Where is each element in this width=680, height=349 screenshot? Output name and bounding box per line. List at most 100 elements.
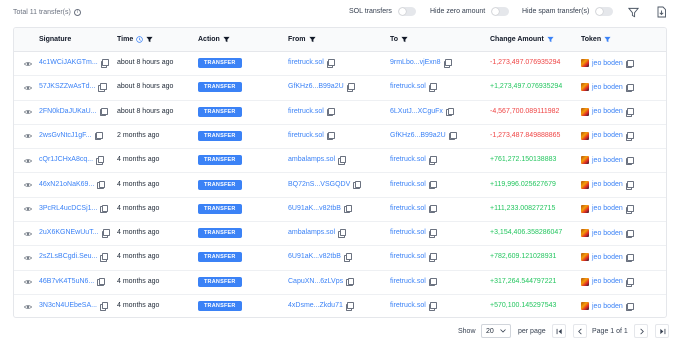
- copy-icon[interactable]: [97, 180, 106, 189]
- copy-icon[interactable]: [353, 180, 362, 189]
- column-from[interactable]: From: [288, 36, 316, 43]
- from-address-link[interactable]: firetruck.sol: [288, 108, 324, 115]
- column-time[interactable]: Time: [117, 36, 153, 43]
- to-address-link[interactable]: firetruck.sol: [390, 156, 426, 163]
- view-details-button[interactable]: [22, 252, 33, 263]
- signature-link[interactable]: 46xN21oNaK69...: [39, 181, 94, 188]
- token-link[interactable]: jeo boden: [592, 84, 623, 91]
- from-address-link[interactable]: 4xDsme...Zkdu71: [288, 302, 343, 309]
- token-link[interactable]: jeo boden: [592, 230, 623, 237]
- from-address-link[interactable]: BQ72nS...VSGQDV: [288, 181, 350, 188]
- export-button[interactable]: [654, 5, 668, 19]
- filter-button[interactable]: [626, 5, 640, 19]
- copy-icon[interactable]: [428, 156, 437, 165]
- copy-icon[interactable]: [100, 253, 109, 262]
- hide-spam-switch[interactable]: [595, 7, 614, 16]
- copy-icon[interactable]: [428, 253, 437, 262]
- copy-icon[interactable]: [625, 253, 634, 263]
- copy-icon[interactable]: [100, 59, 109, 68]
- token-link[interactable]: jeo boden: [592, 108, 623, 115]
- view-details-button[interactable]: [22, 107, 33, 118]
- signature-link[interactable]: 3PcRL4ucDCSj1...: [39, 205, 97, 212]
- view-details-button[interactable]: [22, 58, 33, 69]
- column-token[interactable]: Token: [581, 36, 611, 43]
- view-details-button[interactable]: [22, 82, 33, 93]
- copy-icon[interactable]: [338, 156, 347, 165]
- first-page-button[interactable]: [552, 324, 566, 338]
- view-details-button[interactable]: [22, 131, 33, 142]
- copy-icon[interactable]: [625, 132, 634, 141]
- copy-icon[interactable]: [625, 83, 634, 93]
- from-address-link[interactable]: ambalamps.sol: [288, 229, 335, 236]
- copy-icon[interactable]: [428, 229, 437, 238]
- copy-icon[interactable]: [625, 205, 634, 214]
- copy-icon[interactable]: [326, 59, 335, 68]
- token-link[interactable]: jeo boden: [592, 60, 623, 67]
- info-icon[interactable]: i: [73, 9, 81, 16]
- copy-icon[interactable]: [428, 83, 437, 92]
- copy-icon[interactable]: [428, 302, 437, 311]
- from-address-link[interactable]: GfKHz6...B99a2U: [288, 83, 344, 90]
- copy-icon[interactable]: [345, 302, 354, 311]
- copy-icon[interactable]: [343, 253, 353, 262]
- signature-link[interactable]: 46B7vK4T5uN6...: [39, 278, 94, 285]
- signature-link[interactable]: 2wsGvNtcJ1gF...: [39, 132, 92, 139]
- copy-icon[interactable]: [326, 107, 335, 117]
- copy-icon[interactable]: [338, 229, 347, 238]
- next-page-button[interactable]: [634, 324, 648, 338]
- from-address-link[interactable]: 6U91aK...v82tbB: [288, 253, 341, 260]
- view-details-button[interactable]: [22, 228, 33, 239]
- copy-icon[interactable]: [98, 83, 107, 92]
- token-link[interactable]: jeo boden: [592, 278, 623, 285]
- copy-icon[interactable]: [100, 204, 109, 214]
- to-address-link[interactable]: firetruck.sol: [390, 205, 426, 212]
- prev-page-button[interactable]: [573, 324, 587, 338]
- copy-icon[interactable]: [96, 156, 105, 165]
- view-details-button[interactable]: [22, 301, 33, 312]
- copy-icon[interactable]: [428, 204, 437, 214]
- sol-transfers-switch[interactable]: [397, 7, 416, 16]
- last-page-button[interactable]: [655, 324, 669, 338]
- to-address-link[interactable]: firetruck.sol: [390, 302, 426, 309]
- copy-icon[interactable]: [99, 302, 109, 311]
- copy-icon[interactable]: [326, 131, 335, 141]
- signature-link[interactable]: cQr1JCHxA8cq...: [39, 156, 93, 163]
- view-details-button[interactable]: [22, 155, 33, 166]
- to-address-link[interactable]: 6LXutJ...XCguFx: [390, 108, 443, 115]
- column-to[interactable]: To: [390, 36, 408, 43]
- to-address-link[interactable]: firetruck.sol: [390, 278, 426, 285]
- toggle-hide-spam[interactable]: Hide spam transfer(s): [522, 7, 614, 16]
- copy-icon[interactable]: [101, 229, 110, 238]
- to-address-link[interactable]: firetruck.sol: [390, 181, 426, 188]
- copy-icon[interactable]: [99, 107, 108, 117]
- toggle-hide-zero-amount[interactable]: Hide zero amount: [430, 7, 510, 16]
- copy-icon[interactable]: [445, 107, 455, 117]
- filter-icon[interactable]: [223, 36, 230, 43]
- hide-zero-amount-switch[interactable]: [491, 7, 510, 16]
- view-details-button[interactable]: [22, 204, 33, 215]
- signature-link[interactable]: 57JKSZZwAsTd...: [39, 83, 95, 90]
- token-link[interactable]: jeo boden: [592, 157, 623, 164]
- copy-icon[interactable]: [448, 131, 457, 141]
- copy-icon[interactable]: [625, 302, 634, 311]
- signature-link[interactable]: 4c1WCiJAKGTm...: [39, 59, 98, 66]
- copy-icon[interactable]: [346, 277, 355, 287]
- from-address-link[interactable]: ambalamps.sol: [288, 156, 335, 163]
- view-details-button[interactable]: [22, 277, 33, 288]
- clock-icon[interactable]: [136, 36, 143, 43]
- copy-icon[interactable]: [343, 204, 353, 214]
- from-address-link[interactable]: firetruck.sol: [288, 59, 324, 66]
- toggle-sol-transfers[interactable]: SOL transfers: [349, 7, 416, 16]
- copy-icon[interactable]: [428, 277, 437, 287]
- page-size-select[interactable]: 20: [481, 324, 511, 338]
- filter-icon[interactable]: [146, 36, 153, 43]
- filter-icon[interactable]: [547, 36, 554, 43]
- copy-icon[interactable]: [625, 59, 634, 68]
- token-link[interactable]: jeo boden: [592, 205, 623, 212]
- from-address-link[interactable]: CapuXN...6zLVps: [288, 278, 343, 285]
- token-link[interactable]: jeo boden: [592, 254, 623, 261]
- to-address-link[interactable]: firetruck.sol: [390, 83, 426, 90]
- token-link[interactable]: jeo boden: [592, 303, 623, 310]
- token-link[interactable]: jeo boden: [592, 181, 623, 188]
- filter-icon[interactable]: [401, 36, 408, 43]
